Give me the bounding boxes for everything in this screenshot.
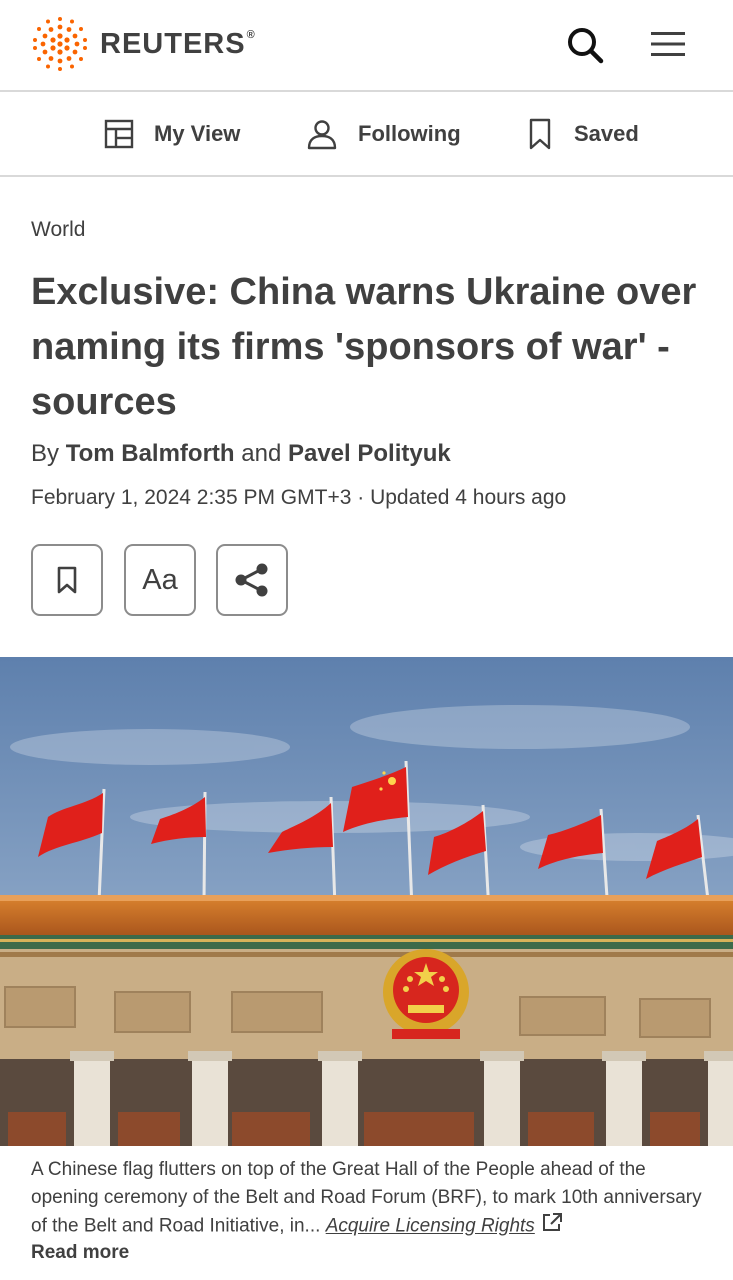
share-icon	[235, 563, 268, 597]
font-size-button[interactable]: Aa	[124, 544, 196, 616]
person-icon	[306, 118, 338, 150]
top-bar: REUTERS®	[0, 0, 733, 92]
article-headline: Exclusive: China warns Ukraine over nami…	[31, 271, 697, 423]
dateline: February 1, 2024 2:35 PM GMT+3 · Updated…	[31, 486, 567, 509]
acquire-licensing-link[interactable]: Acquire Licensing Rights	[326, 1216, 535, 1237]
save-article-button[interactable]	[31, 544, 103, 616]
brand-name: REUTERS®	[100, 27, 256, 60]
reuters-logo[interactable]: REUTERS®	[30, 16, 256, 72]
hero-image[interactable]	[0, 657, 733, 1146]
registered-mark: ®	[246, 28, 256, 41]
hamburger-menu-icon	[651, 32, 685, 56]
author-link[interactable]: Pavel Polityuk	[288, 440, 451, 467]
read-more-link[interactable]: Read more	[31, 1242, 129, 1264]
nav-following[interactable]: Following	[306, 92, 461, 175]
nav-following-label: Following	[358, 120, 461, 146]
byline-prefix: By	[31, 440, 60, 467]
nav-saved[interactable]: Saved	[526, 92, 639, 175]
external-link-icon[interactable]	[541, 1212, 563, 1241]
byline-conjunction: and	[241, 440, 282, 467]
bookmark-icon	[526, 118, 554, 150]
byline: By Tom Balmforth and Pavel Polityuk	[31, 440, 451, 468]
search-icon	[568, 28, 604, 64]
menu-button[interactable]	[646, 22, 690, 66]
nav-saved-label: Saved	[574, 120, 639, 146]
section-label[interactable]: World	[31, 218, 85, 242]
share-button[interactable]	[216, 544, 288, 616]
nav-my-view-label: My View	[154, 120, 241, 146]
author-link[interactable]: Tom Balmforth	[66, 440, 235, 467]
nav-my-view[interactable]: My View	[104, 92, 240, 175]
sub-navigation: My View Following Saved	[0, 92, 733, 177]
bookmark-icon	[57, 566, 77, 594]
image-caption: A Chinese flag flutters on top of the Gr…	[31, 1156, 711, 1241]
font-size-label: Aa	[142, 563, 178, 596]
search-button[interactable]	[562, 22, 608, 68]
great-hall-flags-photo	[0, 657, 733, 1146]
reuters-logo-icon	[33, 17, 87, 71]
layout-icon	[104, 119, 134, 149]
